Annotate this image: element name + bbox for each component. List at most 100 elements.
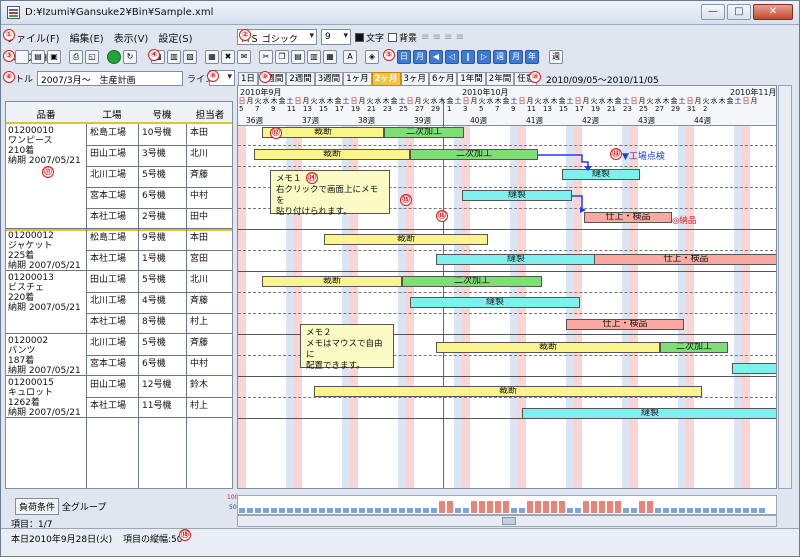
print-icon[interactable]: ⎙ xyxy=(69,50,83,64)
person-cell[interactable]: 中村 xyxy=(190,191,208,201)
col-item[interactable]: 品番 xyxy=(6,107,86,121)
line-cell[interactable]: 2号機 xyxy=(142,212,166,222)
horizontal-scrollbar[interactable] xyxy=(237,515,777,527)
line-cell[interactable]: 4号機 xyxy=(142,296,166,306)
line-cell[interactable]: 6号機 xyxy=(142,359,166,369)
item-group[interactable]: 01200013 ビスチェ 220着 納期 2007/05/21 田山工場 5号機 北川 北川… xyxy=(6,271,232,334)
copy-icon[interactable]: ❐ xyxy=(275,50,289,64)
task-bar[interactable]: 縫製 xyxy=(410,297,580,308)
person-cell[interactable]: 北川 xyxy=(190,275,208,285)
maximize-button[interactable]: □ xyxy=(727,4,751,20)
line-cell[interactable]: 6号機 xyxy=(142,191,166,201)
task-bar[interactable]: 仕上・検品 xyxy=(594,254,776,265)
factory-cell[interactable]: 北川工場 xyxy=(90,296,126,306)
scale-1month[interactable]: 1ヶ月 xyxy=(343,72,372,86)
menu-view[interactable]: 表示(V) xyxy=(109,26,154,45)
text-color-toggle[interactable]: 文字 xyxy=(355,31,384,44)
scale-6month[interactable]: 6ヶ月 xyxy=(428,72,458,86)
task-bar[interactable]: 裁断 xyxy=(324,234,488,245)
person-cell[interactable]: 村上 xyxy=(190,317,208,327)
factory-cell[interactable]: 本社工場 xyxy=(90,401,126,411)
task-bar[interactable]: 仕上・検品 xyxy=(584,212,672,223)
person-cell[interactable]: 村上 xyxy=(190,401,208,411)
scale-1day[interactable]: 1日 xyxy=(238,72,258,86)
person-cell[interactable]: 斉藤 xyxy=(190,170,208,180)
scale-1year[interactable]: 1年間 xyxy=(457,72,486,86)
item-group[interactable]: 01200010 ワンピース 210着 納期 2007/05/21 松島工場 10号機 本田… xyxy=(6,122,232,231)
nav-next-day-icon[interactable]: ▷ xyxy=(477,50,491,64)
line-cell[interactable]: 12号機 xyxy=(142,380,171,390)
task-bar[interactable]: 裁断 xyxy=(254,149,410,160)
factory-cell[interactable]: 松島工場 xyxy=(90,128,126,138)
save-icon[interactable]: ▣ xyxy=(47,50,61,64)
scale-3month[interactable]: 3ヶ月 xyxy=(400,72,429,86)
memo-note-2[interactable]: メモ２ メモはマウスで自由に 配置できます。 xyxy=(300,324,394,371)
factory-cell[interactable]: 北川工場 xyxy=(90,170,126,180)
person-cell[interactable]: 中村 xyxy=(190,359,208,369)
task-bar[interactable]: 二次加工 xyxy=(410,149,538,160)
minimize-button[interactable]: — xyxy=(701,4,725,20)
vertical-scrollbar[interactable] xyxy=(778,85,792,489)
person-cell[interactable]: 宮田 xyxy=(190,254,208,264)
factory-cell[interactable]: 田山工場 xyxy=(90,149,126,159)
nav-pause-icon[interactable]: ‖ xyxy=(461,50,475,64)
week-icon[interactable]: 週 xyxy=(549,50,563,64)
factory-cell[interactable]: 北川工場 xyxy=(90,338,126,348)
factory-cell[interactable]: 本社工場 xyxy=(90,212,126,222)
nav-next-month-icon[interactable]: 月 xyxy=(509,50,523,64)
scale-2week[interactable]: 2週間 xyxy=(286,72,315,86)
clipboard-icon[interactable]: ▥ xyxy=(307,50,321,64)
refresh-icon[interactable]: ↻ xyxy=(123,50,137,64)
scale-3week[interactable]: 3週間 xyxy=(314,72,344,86)
nav-today-icon[interactable]: 日 xyxy=(397,50,411,64)
task-bar[interactable]: 二次加工 xyxy=(402,276,542,287)
factory-cell[interactable]: 宮本工場 xyxy=(90,359,126,369)
menu-edit[interactable]: 編集(E) xyxy=(65,26,109,45)
grid-icon[interactable]: ▦ xyxy=(205,50,219,64)
person-cell[interactable]: 北川 xyxy=(190,149,208,159)
go-icon[interactable] xyxy=(107,50,121,64)
open-icon[interactable]: ▤ xyxy=(31,50,45,64)
factory-cell[interactable]: 宮本工場 xyxy=(90,191,126,201)
scroll-thumb[interactable] xyxy=(502,517,516,525)
close-button[interactable]: ✕ xyxy=(753,4,793,20)
delete-icon[interactable]: ✖ xyxy=(221,50,235,64)
task-bar[interactable]: 二次加工 xyxy=(384,127,464,138)
memo-note-1[interactable]: メモ１ 右クリックで画面上にメモを 貼り付けられます。 xyxy=(270,170,390,217)
nav-prev-icon[interactable]: ◀ xyxy=(429,50,443,64)
nav-month-icon[interactable]: 月 xyxy=(413,50,427,64)
line-cell[interactable]: 3号機 xyxy=(142,149,166,159)
task-bar[interactable]: 縫製 xyxy=(522,408,776,419)
layout-icon-2[interactable]: ▥ xyxy=(167,50,181,64)
background-toggle[interactable]: 背景 xyxy=(388,31,417,44)
item-group[interactable]: 01200012 ジャケット 225着 納期 2007/05/21 松島工場 9号機 本田本… xyxy=(6,229,232,271)
text-color-icon[interactable]: A xyxy=(343,50,357,64)
factory-cell[interactable]: 松島工場 xyxy=(90,233,126,243)
line-cell[interactable]: 10号機 xyxy=(142,128,171,138)
task-bar[interactable]: 縫製 xyxy=(562,169,640,180)
item-group[interactable]: 0120002 パンツ 187着 納期 2007/05/21 北川工場 5号機 斉藤 宮本工場… xyxy=(6,334,232,376)
person-cell[interactable]: 斉藤 xyxy=(190,338,208,348)
table-icon[interactable]: ▦ xyxy=(323,50,337,64)
factory-cell[interactable]: 本社工場 xyxy=(90,254,126,264)
person-cell[interactable]: 本田 xyxy=(190,233,208,243)
col-line[interactable]: 号機 xyxy=(138,107,186,121)
layout-icon-3[interactable]: ▧ xyxy=(183,50,197,64)
line-cell[interactable]: 11号機 xyxy=(142,401,171,411)
fill-color-icon[interactable]: ◈ xyxy=(365,50,379,64)
nav-next-year-icon[interactable]: 年 xyxy=(525,50,539,64)
load-condition-button[interactable]: 負荷条件 xyxy=(15,498,60,515)
line-cell[interactable]: 8号機 xyxy=(142,317,166,327)
person-cell[interactable]: 斉藤 xyxy=(190,296,208,306)
factory-cell[interactable]: 本社工場 xyxy=(90,317,126,327)
mail-icon[interactable]: ✉ xyxy=(237,50,251,64)
cut-icon[interactable]: ✂ xyxy=(259,50,273,64)
item-group[interactable]: 01200015 キュロット 1262着 納期 2007/05/21 田山工場 12号機 鈴… xyxy=(6,376,232,418)
font-size-select[interactable]: 9 xyxy=(321,29,351,45)
nav-next-week-icon[interactable]: 週 xyxy=(493,50,507,64)
title-input[interactable]: 2007/3月～ 生産計画 xyxy=(37,71,183,86)
line-cell[interactable]: 5号機 xyxy=(142,275,166,285)
person-cell[interactable]: 鈴木 xyxy=(190,380,208,390)
person-cell[interactable]: 田中 xyxy=(190,212,208,222)
preview-icon[interactable]: ◱ xyxy=(85,50,99,64)
